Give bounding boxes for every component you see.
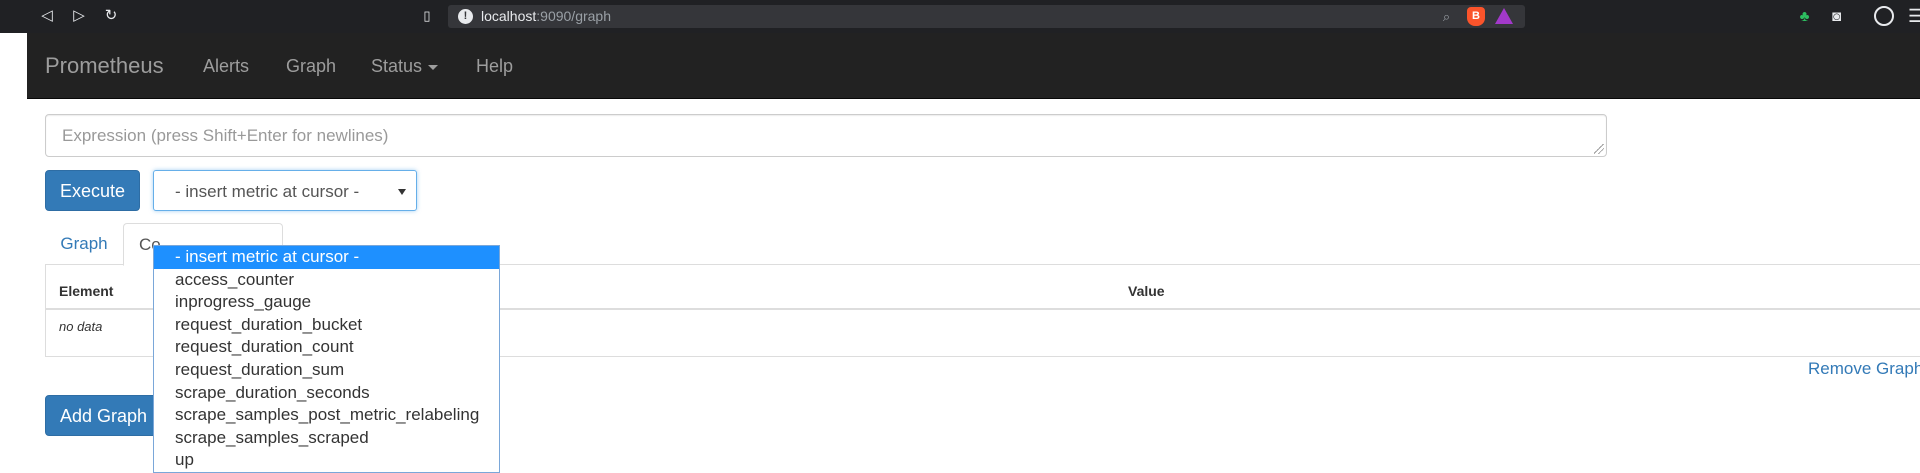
page: Prometheus Alerts Graph Status Help Expr… bbox=[0, 33, 1920, 473]
no-data-text: no data bbox=[59, 319, 103, 334]
url-text: localhost:9090/graph bbox=[481, 8, 611, 24]
metric-option[interactable]: request_duration_bucket bbox=[154, 314, 499, 337]
metric-option[interactable]: scrape_samples_post_metric_relabeling bbox=[154, 404, 499, 427]
nav-status[interactable]: Status bbox=[371, 56, 439, 76]
remove-graph-link[interactable]: Remove Graph bbox=[1808, 359, 1920, 379]
browser-menu-icon[interactable]: ☰ bbox=[1908, 7, 1920, 25]
execute-button[interactable]: Execute bbox=[45, 170, 140, 211]
nav-graph[interactable]: Graph bbox=[286, 56, 336, 76]
caret-down-icon bbox=[428, 64, 439, 70]
metric-option[interactable]: inprogress_gauge bbox=[154, 291, 499, 314]
metric-option[interactable]: scrape_duration_seconds bbox=[154, 382, 499, 405]
metric-option[interactable]: up bbox=[154, 449, 499, 472]
metric-option[interactable]: access_counter bbox=[154, 269, 499, 292]
metric-option[interactable]: - insert metric at cursor - bbox=[154, 246, 499, 269]
metric-option[interactable]: scrape_samples_scraped bbox=[154, 427, 499, 450]
metric-option[interactable]: request_duration_sum bbox=[154, 359, 499, 382]
column-header-value: Value bbox=[1128, 283, 1165, 299]
expression-input[interactable]: Expression (press Shift+Enter for newlin… bbox=[45, 114, 1607, 157]
column-header-element: Element bbox=[59, 283, 114, 299]
metric-select-value: - insert metric at cursor - bbox=[175, 182, 360, 201]
page-left-margin bbox=[0, 33, 27, 459]
address-bar[interactable]: ▯ ! localhost:9090/graph ⌕ B bbox=[423, 5, 1525, 28]
bookmark-icon[interactable]: ▯ bbox=[418, 7, 436, 25]
evernote-extension-icon[interactable]: ♣ bbox=[1795, 7, 1814, 26]
metric-dropdown-list: - insert metric at cursor - access_count… bbox=[153, 245, 500, 473]
nav-alerts[interactable]: Alerts bbox=[203, 56, 249, 76]
browser-toolbar: ◁ ▷ ↻ ▯ ! localhost:9090/graph ⌕ B ♣ ◙ ☰ bbox=[0, 0, 1920, 33]
navbar: Prometheus Alerts Graph Status Help bbox=[27, 33, 1920, 99]
profile-icon[interactable] bbox=[1874, 6, 1894, 26]
dropdown-arrow-icon bbox=[398, 189, 406, 195]
brave-rewards-icon[interactable] bbox=[1495, 8, 1513, 24]
reload-icon[interactable]: ↻ bbox=[102, 7, 120, 25]
screenshot-extension-icon[interactable]: ◙ bbox=[1827, 7, 1846, 26]
expression-placeholder: Expression (press Shift+Enter for newlin… bbox=[62, 126, 389, 145]
metric-option[interactable]: request_duration_count bbox=[154, 336, 499, 359]
metric-select[interactable]: - insert metric at cursor - bbox=[153, 170, 417, 211]
tab-graph[interactable]: Graph bbox=[45, 223, 123, 265]
site-info-icon[interactable]: ! bbox=[458, 9, 473, 24]
nav-help[interactable]: Help bbox=[476, 56, 513, 76]
brave-shields-icon[interactable]: B bbox=[1467, 7, 1485, 26]
forward-icon[interactable]: ▷ bbox=[70, 7, 88, 25]
back-icon[interactable]: ◁ bbox=[38, 7, 56, 25]
zoom-icon[interactable]: ⌕ bbox=[1438, 8, 1455, 25]
nav-status-label: Status bbox=[371, 56, 423, 76]
brand-link[interactable]: Prometheus bbox=[45, 53, 164, 79]
resize-handle-icon[interactable] bbox=[1594, 144, 1604, 154]
add-graph-button[interactable]: Add Graph bbox=[45, 395, 162, 436]
